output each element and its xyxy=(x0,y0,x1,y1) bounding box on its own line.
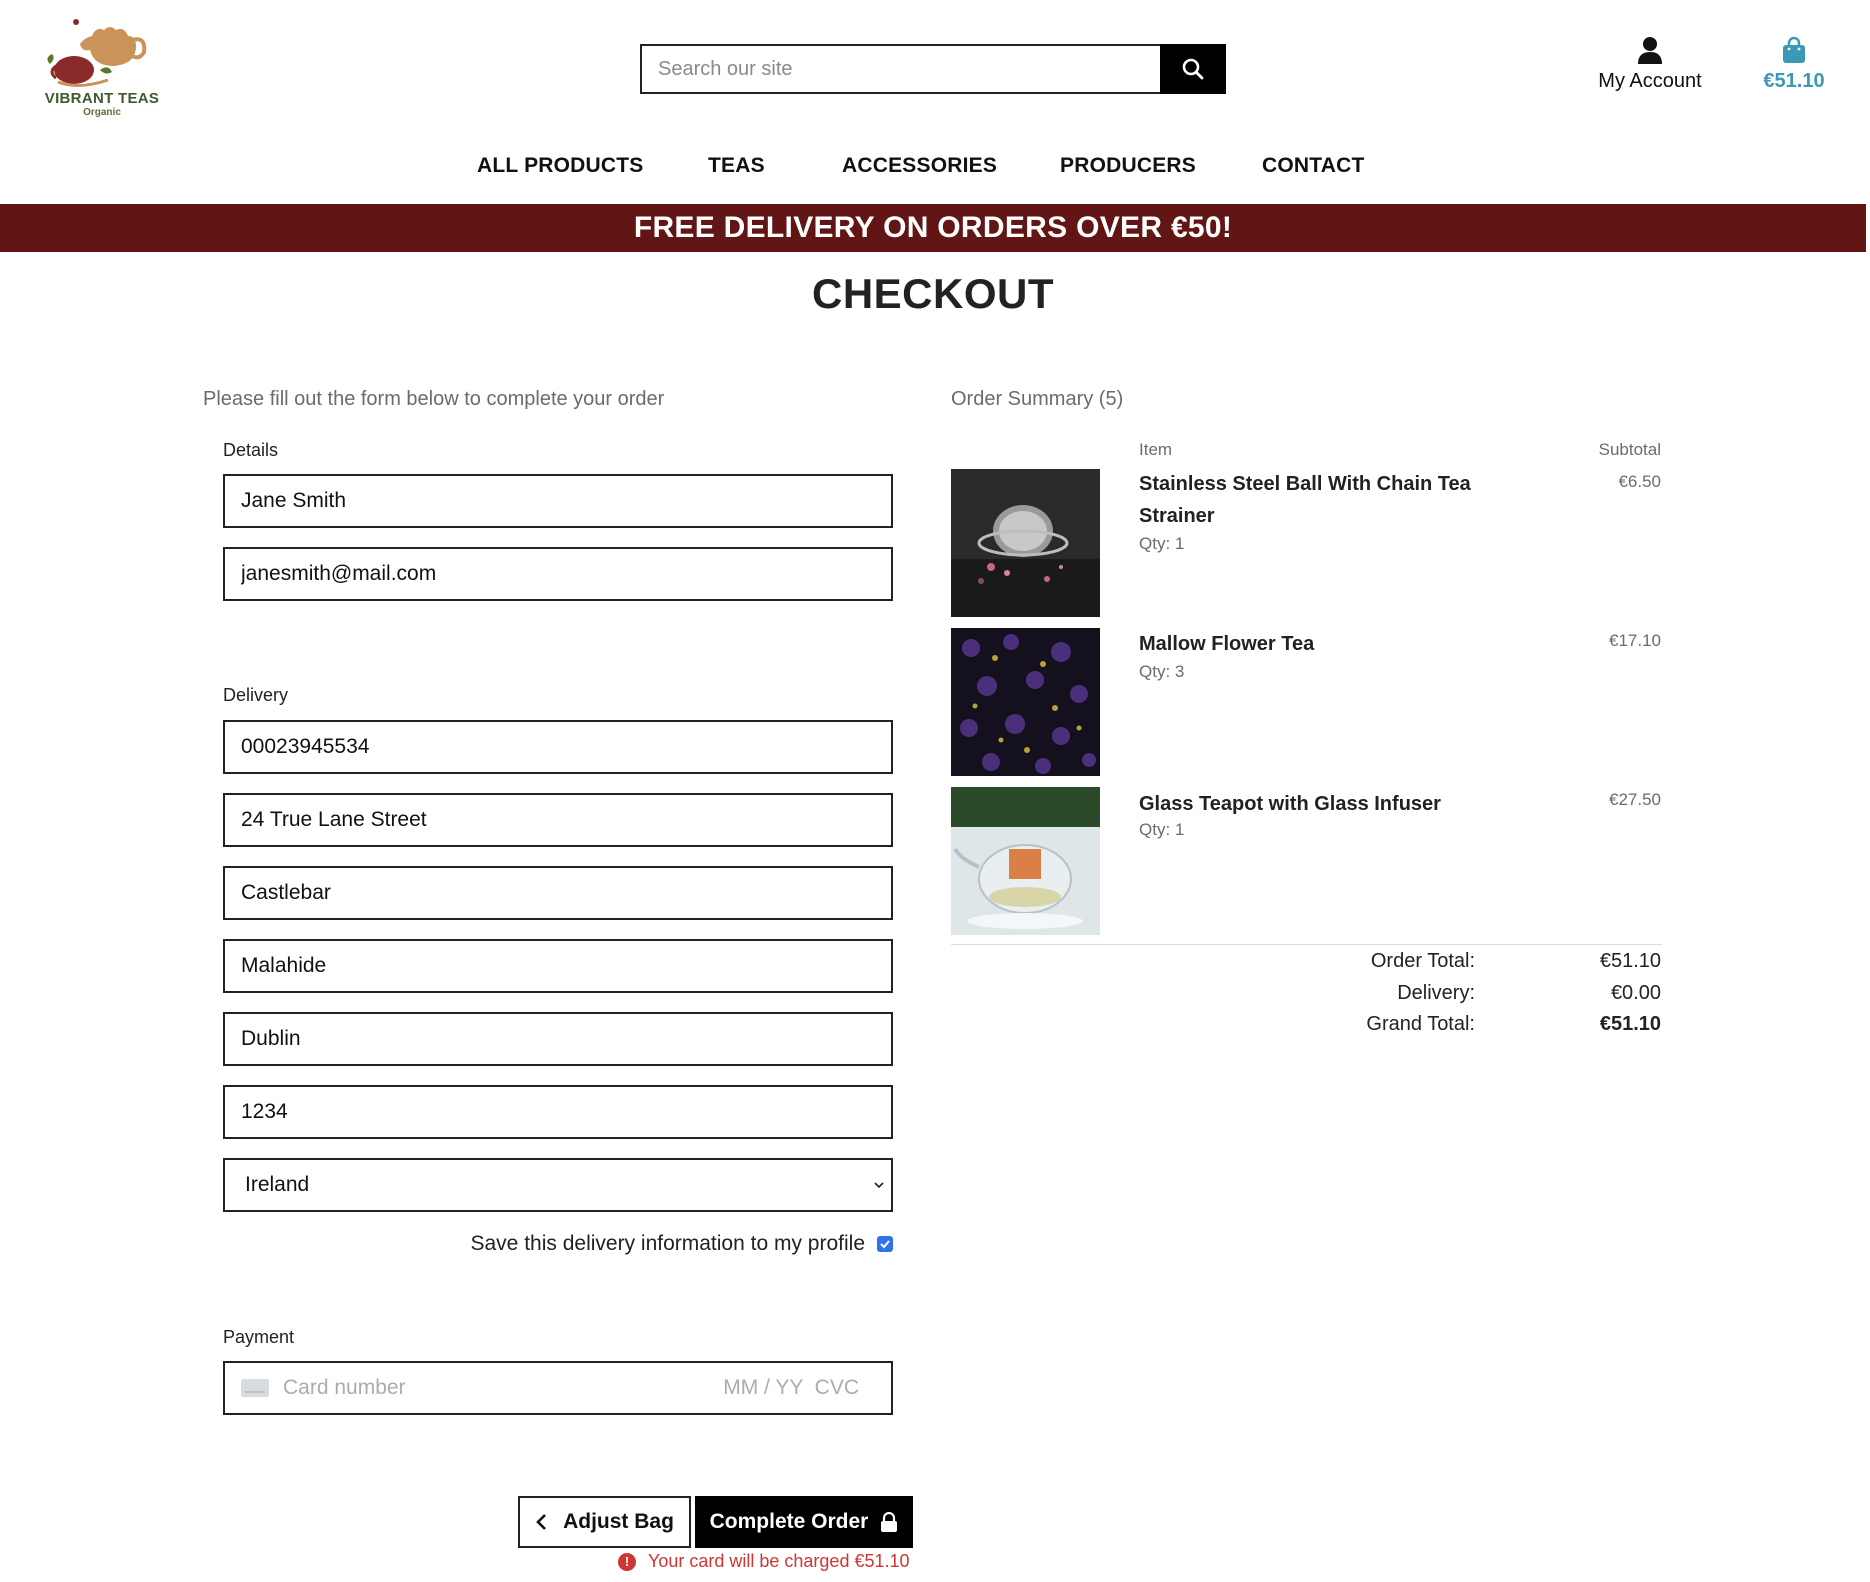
order-total-value: €51.10 xyxy=(1599,950,1661,972)
grand-total-value: €51.10 xyxy=(1599,1013,1661,1035)
product-qty: Qty: 3 xyxy=(1139,662,1185,681)
product-name: Stainless Steel Ball With Chain Tea Stra… xyxy=(1139,473,1471,527)
shopping-bag-link[interactable]: €51.10 xyxy=(1752,36,1836,93)
page-title: CHECKOUT xyxy=(812,270,1054,317)
card-element[interactable]: Card number MM / YY CVC xyxy=(223,1361,893,1415)
charge-note: ! Your card will be charged €51.10 xyxy=(618,1551,910,1572)
product-name: Glass Teapot with Glass Infuser xyxy=(1139,793,1441,815)
product-image-tea-strainer[interactable] xyxy=(951,469,1100,617)
card-number-placeholder: Card number xyxy=(283,1376,406,1399)
mallow-tea-image xyxy=(951,628,1100,776)
nav-teas[interactable]: TEAS xyxy=(708,154,765,178)
email-field[interactable] xyxy=(223,547,893,601)
tea-strainer-image xyxy=(951,469,1100,617)
town-field[interactable] xyxy=(223,939,893,993)
adjust-bag-button[interactable]: Adjust Bag xyxy=(518,1496,691,1548)
payment-label: Payment xyxy=(223,1327,295,1347)
delivery-cost-label: Delivery: xyxy=(1397,982,1475,1004)
adjust-bag-label: Adjust Bag xyxy=(563,1510,674,1533)
postcode-field[interactable] xyxy=(223,1085,893,1139)
chevron-down-icon xyxy=(874,1182,884,1189)
my-account-link[interactable]: My Account xyxy=(1588,36,1712,93)
details-label: Details xyxy=(223,440,279,460)
phone-field[interactable] xyxy=(223,720,893,774)
complete-order-button[interactable]: Complete Order xyxy=(695,1496,913,1548)
free-delivery-banner: FREE DELIVERY ON ORDERS OVER €50! xyxy=(0,204,1866,252)
search-bar xyxy=(640,44,1226,94)
search-input[interactable] xyxy=(640,44,1160,94)
item-column-header: Item xyxy=(1139,440,1173,459)
product-subtotal: €17.10 xyxy=(1609,631,1661,650)
country-value: Ireland xyxy=(245,1173,310,1196)
street-address1-field[interactable] xyxy=(223,793,893,847)
save-info-checkbox[interactable] xyxy=(877,1236,893,1252)
my-account-label: My Account xyxy=(1598,70,1702,92)
product-subtotal: €6.50 xyxy=(1618,472,1661,491)
subtotal-column-header: Subtotal xyxy=(1598,440,1661,459)
main-nav: ALL PRODUCTS TEAS ACCESSORIES PRODUCERS … xyxy=(0,154,1870,184)
grand-total-label: Grand Total: xyxy=(1366,1013,1475,1035)
search-icon xyxy=(1182,58,1204,80)
county-field[interactable] xyxy=(223,1012,893,1066)
chevron-left-icon xyxy=(536,1514,546,1530)
nav-producers[interactable]: PRODUCERS xyxy=(1060,154,1196,178)
user-icon xyxy=(1638,37,1662,64)
product-qty: Qty: 1 xyxy=(1139,534,1185,553)
save-info-row: Save this delivery information to my pro… xyxy=(223,1232,893,1256)
country-select[interactable]: Ireland xyxy=(223,1158,893,1212)
credit-card-icon xyxy=(241,1379,269,1397)
shopping-bag-icon xyxy=(1783,36,1805,63)
street-address2-field[interactable] xyxy=(223,866,893,920)
order-summary-title: Order Summary (5) xyxy=(951,388,1124,410)
lock-icon xyxy=(881,1512,898,1532)
order-total-label: Order Total: xyxy=(1370,950,1475,972)
card-expiry-cvc-placeholder: MM / YY CVC xyxy=(723,1376,859,1399)
bag-total: €51.10 xyxy=(1763,70,1825,92)
summary-divider xyxy=(951,944,1662,945)
full-name-field[interactable] xyxy=(223,474,893,528)
product-image-glass-teapot[interactable] xyxy=(951,787,1100,935)
charge-note-text: Your card will be charged €51.10 xyxy=(648,1551,910,1571)
form-intro: Please fill out the form below to comple… xyxy=(203,388,665,410)
delivery-cost-value: €0.00 xyxy=(1610,982,1661,1004)
check-icon xyxy=(880,1240,890,1249)
teapot-logo-icon xyxy=(47,19,147,87)
glass-teapot-image xyxy=(951,787,1100,935)
nav-accessories[interactable]: ACCESSORIES xyxy=(842,154,997,178)
exclamation-circle-icon: ! xyxy=(618,1552,636,1571)
brand-name: VIBRANT TEAS xyxy=(44,90,160,107)
product-image-mallow-tea[interactable] xyxy=(951,628,1100,776)
product-qty: Qty: 1 xyxy=(1139,820,1185,839)
brand-tagline: Organic xyxy=(83,107,121,118)
save-info-label: Save this delivery information to my pro… xyxy=(470,1232,866,1255)
product-name: Mallow Flower Tea xyxy=(1139,633,1315,655)
product-subtotal: €27.50 xyxy=(1609,790,1661,809)
search-button[interactable] xyxy=(1160,44,1226,94)
nav-all-products[interactable]: ALL PRODUCTS xyxy=(477,154,644,178)
nav-contact[interactable]: CONTACT xyxy=(1262,154,1365,178)
complete-order-label: Complete Order xyxy=(709,1510,869,1533)
delivery-label: Delivery xyxy=(223,685,289,705)
